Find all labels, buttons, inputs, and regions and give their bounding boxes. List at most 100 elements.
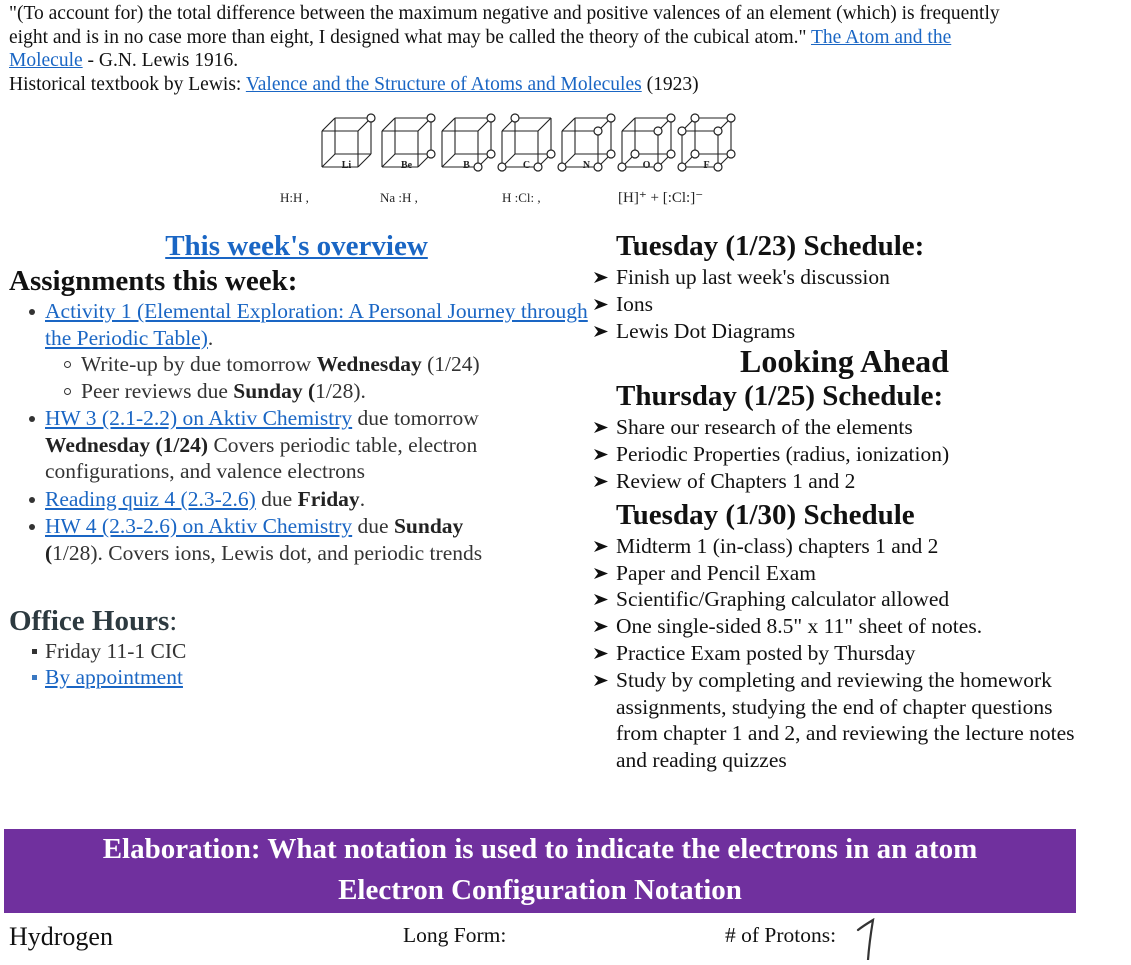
schedule-item: Scientific/Graphing calculator allowed: [594, 586, 1092, 613]
schedule-item-text: Periodic Properties (radius, ionization): [616, 442, 950, 467]
sub-item-text: 1/28).: [315, 378, 366, 403]
electron-dot: [486, 113, 496, 123]
sub-item: Peer reviews due Sunday (1/28).: [64, 378, 589, 405]
cube-label: N: [583, 160, 591, 171]
schedule-item: Ions: [594, 291, 1092, 318]
office-hours-colon: :: [169, 605, 178, 637]
bullet-icon: [29, 416, 35, 422]
protons-label: # of Protons:: [725, 923, 837, 947]
schedule-item: Periodic Properties (radius, ionization): [594, 441, 1092, 468]
cube-edge: [381, 153, 396, 168]
square-bullet-icon: [32, 675, 37, 680]
square-bullet-icon: [32, 649, 37, 654]
assignment-text: due tomorrow: [352, 406, 479, 430]
lewis-structure: Na :H ,: [380, 190, 418, 205]
office-hours-list: Friday 11-1 CIC By appointment: [9, 638, 186, 690]
cube-li: Li: [321, 113, 376, 171]
schedule-item: Paper and Pencil Exam: [594, 560, 1092, 587]
schedule-item-text: Study by completing and reviewing the ho…: [616, 667, 1075, 773]
element-name: Hydrogen: [9, 922, 113, 951]
assignment-item: Activity 1 (Elemental Exploration: A Per…: [29, 298, 589, 405]
overview-title: This week's overview: [9, 228, 584, 264]
assignment-text: 1/28). Covers ions, Lewis dot, and perio…: [52, 540, 483, 565]
assignment-text: due: [352, 514, 394, 538]
cube-edge: [357, 153, 372, 168]
electron-dot: [690, 113, 700, 123]
cubical-atom-figure: Li Be B C N O F H:H , Na :H , H :Cl: , [H]⁺ + [:Cl…: [278, 98, 758, 220]
electron-dot: [630, 149, 640, 159]
schedule-item-text: Finish up last week's discussion: [616, 265, 890, 289]
schedule-item-text: Review of Chapters 1 and 2: [616, 468, 856, 493]
assignments-heading: Assignments this week:: [9, 265, 298, 297]
arrow-bullet-icon: [594, 674, 608, 686]
hw4-link[interactable]: HW 4 (2.3-2.6) on Aktiv Chemistry: [45, 514, 352, 538]
schedule-item: Midterm 1 (in-class) chapters 1 and 2: [594, 533, 1092, 560]
tuesday-130-schedule-list: Midterm 1 (in-class) chapters 1 and 2 Pap…: [592, 533, 1092, 774]
handwritten-proton-count: [853, 917, 883, 965]
office-hours-item: Friday 11-1 CIC: [32, 638, 187, 664]
electron-dot: [426, 149, 436, 159]
cube-edge: [621, 117, 636, 132]
cube-c: C: [497, 113, 556, 172]
activity-1-link[interactable]: Activity 1 (Elemental Exploration: A Per…: [45, 299, 588, 350]
long-form-label: Long Form:: [403, 923, 507, 947]
electron-dot: [677, 162, 687, 172]
schedule-item-text: Practice Exam posted by Thursday: [616, 640, 916, 665]
sub-item-text: Write-up by due tomorrow: [81, 352, 317, 376]
tuesday-schedule-list: Finish up last week's discussion Ions Lewi…: [592, 264, 1092, 344]
cube-edge: [321, 117, 336, 132]
arrow-bullet-icon: [594, 272, 608, 283]
assignment-text: .: [359, 486, 366, 511]
arrow-bullet-icon: [594, 567, 608, 579]
cubical-atom-diagram: Li Be B C N O F H:H , Na :H , H :Cl: , [H]⁺ + [:Cl…: [280, 113, 736, 206]
hw3-link[interactable]: HW 3 (2.1-2.2) on Aktiv Chemistry: [45, 406, 352, 430]
electron-dot: [666, 149, 676, 159]
arrow-bullet-icon: [594, 621, 608, 633]
electron-dot: [726, 149, 736, 159]
overview-link[interactable]: This week's overview: [165, 230, 428, 262]
electron-dot: [677, 126, 687, 136]
textbook-link[interactable]: Valence and the Structure of Atoms and M…: [246, 74, 642, 95]
schedule-item: Lewis Dot Diagrams: [594, 318, 1092, 345]
electron-dot: [713, 126, 723, 136]
punctuation: .: [207, 325, 214, 350]
bullet-icon: [29, 309, 35, 315]
circle-bullet-icon: [64, 361, 71, 368]
electron-dot: [533, 162, 543, 172]
banner-subtitle: Electron Configuration Notation: [338, 874, 742, 906]
schedule-item-text: Ions: [616, 291, 654, 316]
electron-dot: [593, 162, 603, 172]
office-hours-section: Office Hours: Friday 11-1 CIC By appoint…: [9, 604, 186, 690]
electron-dot: [713, 162, 723, 172]
schedule-item: Study by completing and reviewing the ho…: [594, 667, 1092, 774]
electron-dot: [617, 162, 627, 172]
reading-quiz-4-link[interactable]: Reading quiz 4 (2.3-2.6): [45, 487, 256, 511]
schedule-item: Share our research of the elements: [594, 414, 1092, 441]
cube-edge: [561, 117, 576, 132]
looking-ahead-heading: Looking Ahead: [740, 343, 949, 380]
electron-dot: [653, 162, 663, 172]
schedule-item-text: Lewis Dot Diagrams: [616, 318, 796, 343]
electron-dot: [593, 126, 603, 136]
cube-o: O: [617, 113, 676, 172]
arrow-bullet-icon: [594, 540, 608, 552]
schedule-section: Tuesday (1/23) Schedule: Finish up last …: [592, 228, 1092, 774]
thursday-schedule-list: Share our research of the elements Period…: [592, 414, 1092, 494]
cube-label: O: [643, 160, 651, 171]
sub-item-bold: Sunday (: [233, 378, 316, 403]
schedule-item-text: One single-sided 8.5" x 11" sheet of not…: [616, 614, 983, 639]
cube-b: B: [441, 113, 496, 172]
office-hours-text: Friday 11-1 CIC: [45, 639, 187, 663]
banner-question: Elaboration: What notation is used to in…: [102, 833, 978, 865]
textbook-year: (1923): [641, 73, 699, 95]
schedule-item: Practice Exam posted by Thursday: [594, 640, 1092, 667]
assignment-item: HW 4 (2.3-2.6) on Aktiv Chemistry due Su…: [29, 513, 589, 566]
electron-dot: [426, 113, 436, 123]
electron-dot: [546, 149, 556, 159]
lewis-structure: [H]⁺ + [:Cl:]⁻: [618, 190, 703, 206]
by-appointment-link[interactable]: By appointment: [45, 665, 183, 689]
circle-bullet-icon: [64, 387, 71, 395]
cube-label: Be: [401, 160, 413, 171]
assignments-list: Activity 1 (Elemental Exploration: A Per…: [9, 298, 589, 566]
cube-f: F: [677, 113, 736, 172]
